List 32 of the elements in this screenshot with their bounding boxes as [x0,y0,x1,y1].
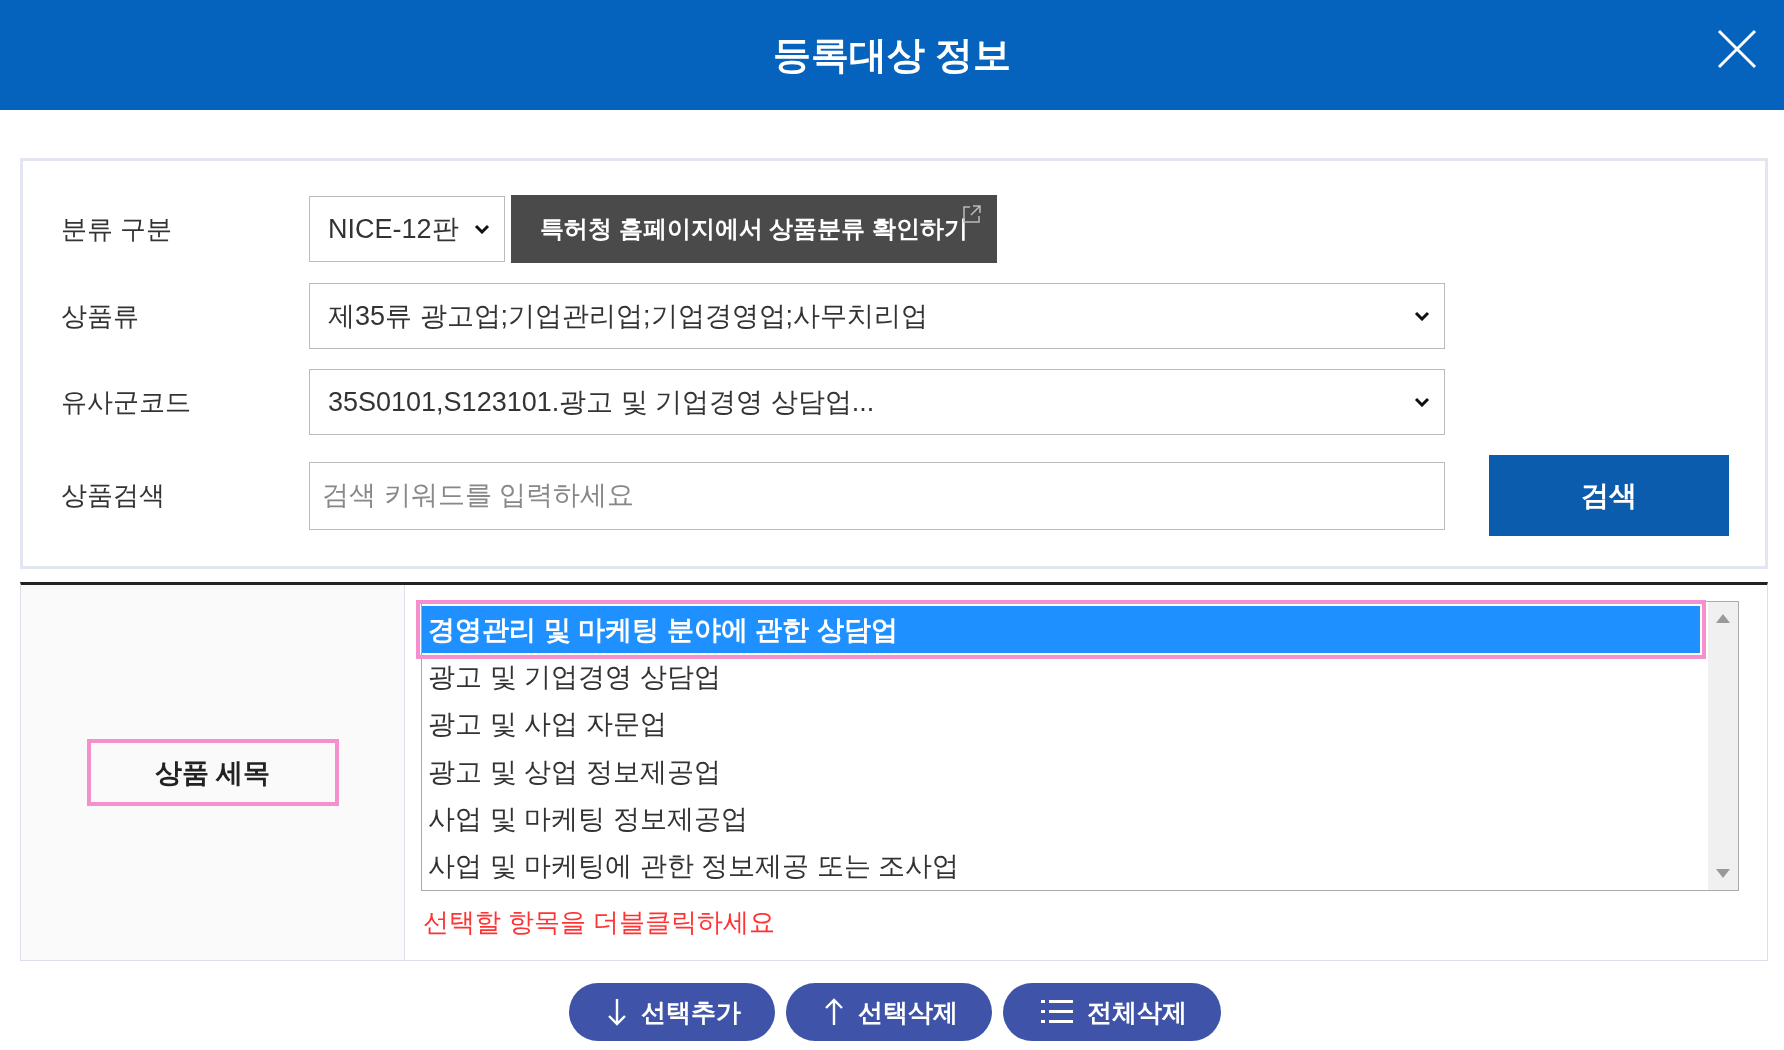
search-button[interactable]: 검색 [1489,455,1729,536]
list-icon [1041,999,1073,1025]
action-button[interactable]: 선택추가 [569,983,775,1041]
scroll-down-icon[interactable] [1716,869,1730,878]
scroll-up-icon[interactable] [1716,614,1730,623]
search-field[interactable]: 검색 키워드를 입력하세요 [309,461,1445,530]
action-button[interactable]: 선택삭제 [786,983,992,1041]
chevron-down-icon [1414,311,1430,321]
list-option[interactable]: 광고 및 기업경영 상담업 [422,653,1708,701]
list-option[interactable]: 사업 및 마케팅 정보제공업 [422,795,1708,843]
up-arrow-icon [824,998,844,1026]
dialog-title: 등록대상 정보 [772,32,1012,78]
edition-select[interactable]: NICE-12판 [309,196,505,262]
field-label: 상품검색 [61,479,166,512]
details-label: 상품 세목 [86,739,339,806]
list-option[interactable]: 광고 및 상업 정보제공업 [422,748,1708,796]
dropdown-select[interactable]: 제35류 광고업;기업관리업;기업경영업;사무치리업 [309,283,1445,349]
classification-link-button[interactable]: 특허청 홈페이지에서 상품분류 확인하기 [511,195,997,263]
goods-listbox[interactable]: 경영관리 및 마케팅 분야에 관한 상담업 광고 및 기업경영 상담업 광고 및 사업 자문업 광고 및 상업 정보제공업 사업 및 마케팅 정보제공업 사업 및 마케팅에 관한 정보제공 또는 조사업 [421,601,1739,891]
field-label: 상품류 [61,299,140,333]
chevron-down-icon [1414,397,1430,407]
down-arrow-icon [607,998,627,1026]
action-button[interactable]: 전체삭제 [1003,983,1221,1041]
hint-text: 선택할 항목을 더블클릭하세요 [423,906,777,939]
field-label: 유사군코드 [61,385,192,419]
field-label: 분류 구분 [61,212,174,246]
list-option[interactable]: 사업 및 마케팅에 관한 정보제공 또는 조사업 [422,842,1708,890]
external-link-icon [963,205,981,223]
dropdown-select[interactable]: 35S0101,S123101.광고 및 기업경영 상담업... [309,369,1445,435]
list-option[interactable]: 광고 및 사업 자문업 [422,700,1708,748]
scrollbar[interactable] [1708,602,1738,890]
chevron-down-icon [474,224,490,234]
